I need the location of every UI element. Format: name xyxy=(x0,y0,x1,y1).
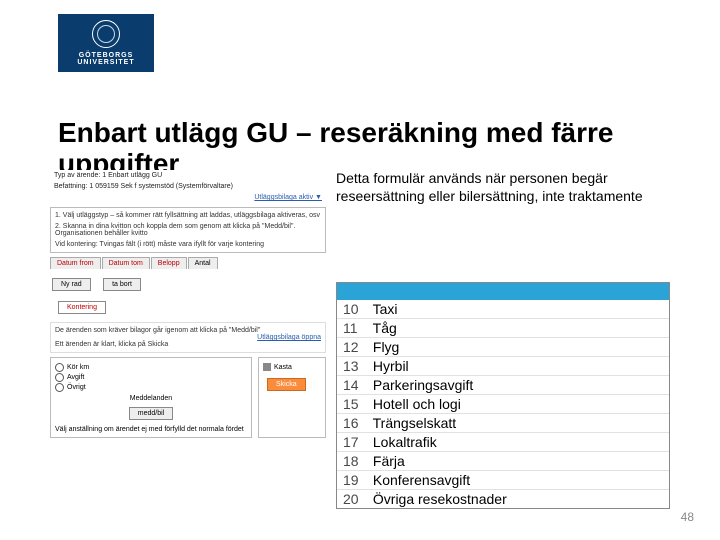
university-logo: GÖTEBORGS UNIVERSITET xyxy=(58,14,154,72)
form-note1: 1. Välj utläggstyp – så kommer rätt fyll… xyxy=(55,212,321,219)
form-bilage-dropdown[interactable]: Utläggsbilaga aktiv ▼ xyxy=(48,192,328,203)
cost-codes-list: 10 Taxi11 Tåg12 Flyg13 Hyrbil14 Parkerin… xyxy=(336,282,670,509)
cost-row[interactable]: 12 Flyg xyxy=(337,337,669,356)
form-tabs: Datum from Datum tom Belopp Antal xyxy=(50,257,326,269)
body-text: Detta formulär används när personen begä… xyxy=(336,170,676,205)
form-note3: De ärenden som kräver bilagor går igenom… xyxy=(55,327,321,334)
radio-ovrigt[interactable]: Övrigt xyxy=(55,383,247,392)
message-panel: Kör km Avgift Övrigt Meddelanden medd/bi… xyxy=(50,357,326,438)
seal-icon xyxy=(92,20,120,48)
page-number: 48 xyxy=(681,510,694,524)
radio-korkm[interactable]: Kör km xyxy=(55,363,247,372)
form-screenshot: Typ av ärende: 1 Enbart utlägg GU Befatt… xyxy=(48,170,328,442)
tab-datum-tom[interactable]: Datum tom xyxy=(102,257,150,269)
cost-row[interactable]: 10 Taxi xyxy=(337,300,669,318)
form-block2: De ärenden som kräver bilagor går igenom… xyxy=(50,322,326,353)
form-topline: Typ av ärende: 1 Enbart utlägg GU xyxy=(48,170,328,181)
cost-row[interactable]: 18 Färja xyxy=(337,451,669,470)
btn-kontering[interactable]: Kontering xyxy=(58,301,106,314)
cost-row[interactable]: 20 Övriga resekostnader xyxy=(337,489,669,508)
cost-row[interactable]: 16 Trängselskatt xyxy=(337,413,669,432)
cost-row[interactable]: 15 Hotell och logi xyxy=(337,394,669,413)
form-instructions: 1. Välj utläggstyp – så kommer rätt fyll… xyxy=(50,207,326,253)
cost-row[interactable]: 14 Parkeringsavgift xyxy=(337,375,669,394)
cost-list-header xyxy=(337,283,669,300)
form-footer: Välj anställning om ärendet ej med förfy… xyxy=(55,426,247,433)
btn-kasta[interactable]: Kasta xyxy=(263,363,321,371)
tab-datum-from[interactable]: Datum from xyxy=(50,257,101,269)
cost-row[interactable]: 19 Konferensavgift xyxy=(337,470,669,489)
radio-avgift[interactable]: Avgift xyxy=(55,373,247,382)
logo-line1: GÖTEBORGS xyxy=(79,52,134,59)
tab-belopp[interactable]: Belopp xyxy=(151,257,187,269)
btn-skicka[interactable]: Skicka xyxy=(267,378,306,391)
form-befattning: Befattning: 1 059159 Sek f systemstöd (S… xyxy=(48,181,328,192)
btn-meddbil[interactable]: medd/bil xyxy=(129,407,173,420)
form-note4: Ett ärenden är klart, klicka på Skicka xyxy=(55,341,321,348)
tab-antal[interactable]: Antal xyxy=(188,257,218,269)
logo-line2: UNIVERSITET xyxy=(77,59,134,66)
msg-header: Meddelanden xyxy=(55,395,247,402)
link-bilage[interactable]: Utläggsbilaga öppna xyxy=(257,334,321,341)
btn-ta-bort[interactable]: ta bort xyxy=(103,278,141,291)
cost-row[interactable]: 13 Hyrbil xyxy=(337,356,669,375)
btn-ny-rad[interactable]: Ny rad xyxy=(52,278,91,291)
form-note2: 2. Skanna in dina kvitton och koppla dem… xyxy=(55,223,321,237)
form-kontering-note: Vid kontering: Tvingas fält (i rött) mås… xyxy=(55,241,321,248)
cost-row[interactable]: 17 Lokaltrafik xyxy=(337,432,669,451)
cost-row[interactable]: 11 Tåg xyxy=(337,318,669,337)
